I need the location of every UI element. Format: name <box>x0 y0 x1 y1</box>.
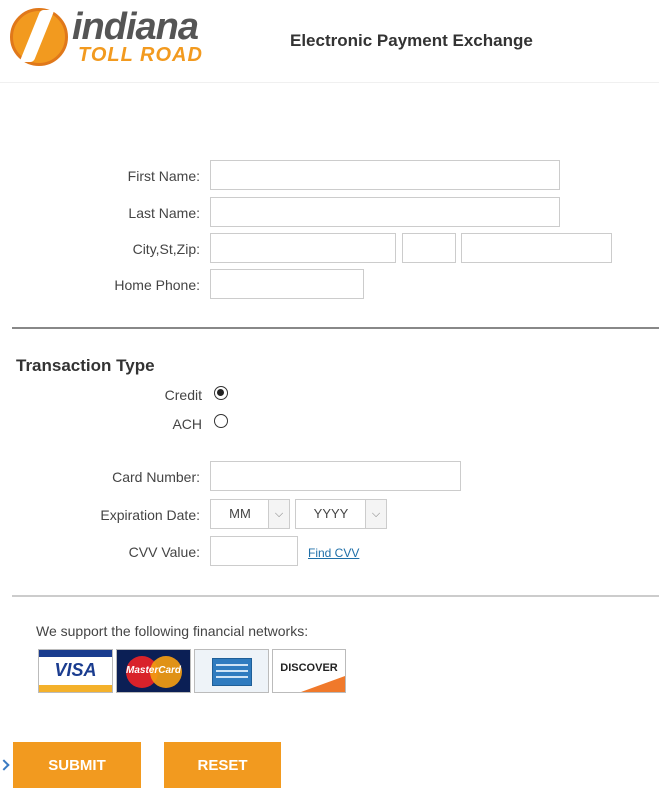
expiration-date-label: Expiration Date: <box>100 507 200 523</box>
arrow-icon <box>0 759 10 771</box>
card-number-field[interactable] <box>210 461 461 491</box>
zip-field[interactable] <box>461 233 612 263</box>
submit-button[interactable]: SUBMIT <box>13 742 141 788</box>
discover-text: DISCOVER <box>280 662 338 674</box>
transaction-type-heading: Transaction Type <box>16 356 155 375</box>
logo-subtext: TOLL ROAD <box>78 44 203 66</box>
chevron-down-icon: ⌵ <box>365 500 386 528</box>
mastercard-logo: MasterCard <box>116 649 191 693</box>
ach-label: ACH <box>172 416 202 432</box>
first-name-label: First Name: <box>127 168 200 184</box>
logo-text: indiana <box>72 6 199 48</box>
networks-text: We support the following financial netwo… <box>36 623 309 639</box>
first-name-field[interactable] <box>210 160 560 190</box>
expiration-year-select[interactable]: YYYY ⌵ <box>295 499 387 529</box>
amex-logo <box>194 649 269 693</box>
divider <box>12 595 659 597</box>
card-number-label: Card Number: <box>112 469 200 485</box>
ach-radio[interactable] <box>214 414 228 428</box>
visa-logo: VISA <box>38 649 113 693</box>
find-cvv-link[interactable]: Find CVV <box>308 546 359 560</box>
month-value: MM <box>229 506 251 521</box>
city-field[interactable] <box>210 233 396 263</box>
city-state-zip-label: City,St,Zip: <box>132 241 200 257</box>
credit-radio[interactable] <box>214 386 228 400</box>
state-field[interactable] <box>402 233 456 263</box>
page-title: Electronic Payment Exchange <box>290 31 533 50</box>
year-value: YYYY <box>313 506 349 521</box>
mastercard-text: MasterCard <box>125 665 182 676</box>
visa-text: VISA <box>54 660 97 680</box>
home-phone-label: Home Phone: <box>114 277 200 293</box>
chevron-down-icon: ⌵ <box>268 500 289 528</box>
credit-label: Credit <box>164 387 202 403</box>
last-name-field[interactable] <box>210 197 560 227</box>
divider <box>12 327 659 329</box>
last-name-label: Last Name: <box>128 205 200 221</box>
home-phone-field[interactable] <box>210 269 364 299</box>
cvv-label: CVV Value: <box>128 544 200 560</box>
cvv-field[interactable] <box>210 536 298 566</box>
discover-logo: DISCOVER <box>272 649 346 693</box>
reset-button[interactable]: RESET <box>164 742 281 788</box>
expiration-month-select[interactable]: MM ⌵ <box>210 499 290 529</box>
